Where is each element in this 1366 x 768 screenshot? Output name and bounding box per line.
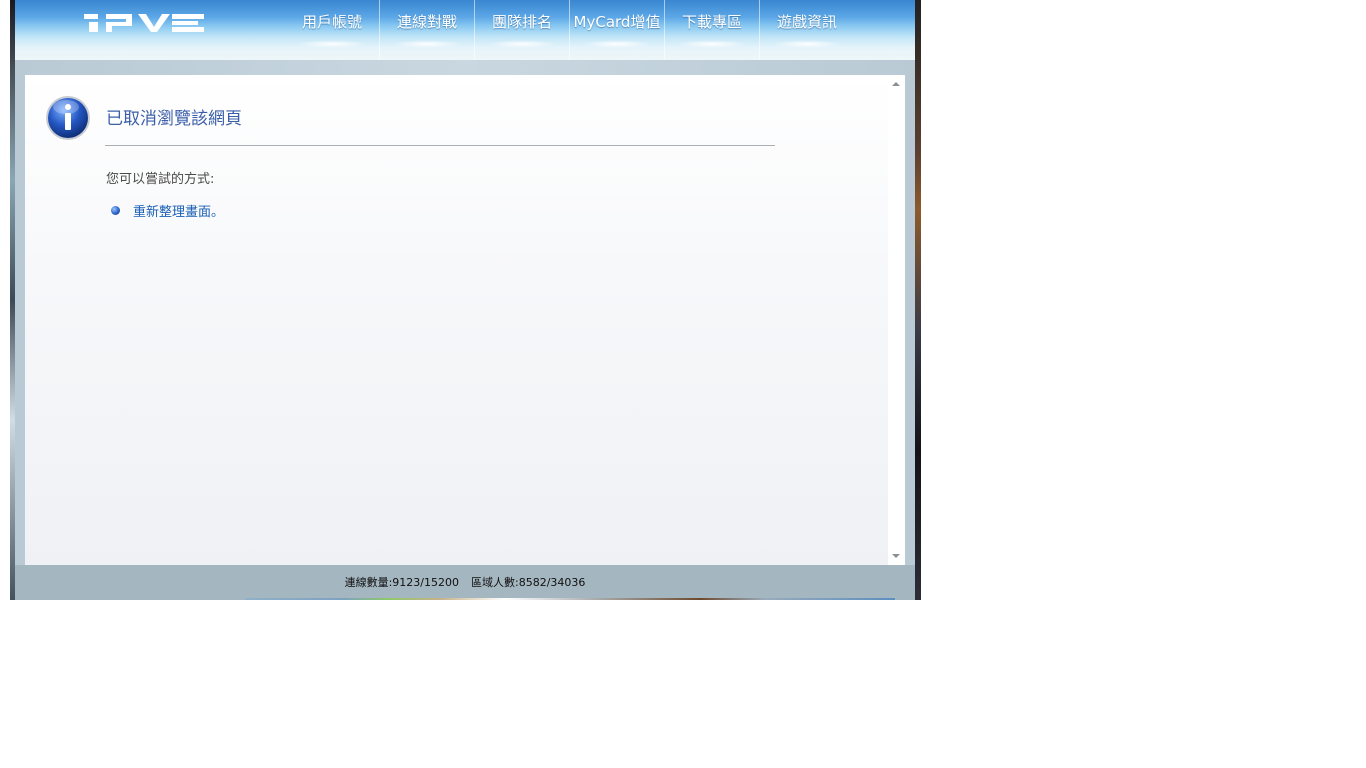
nav-label: MyCard增值 [573,13,661,31]
nav-glow [297,40,367,48]
nav-glow [392,40,462,48]
nav-glow [487,40,557,48]
nav-account[interactable]: 用戶帳號 [285,0,379,60]
nav-downloads[interactable]: 下載專區 [664,0,759,60]
content-frame: 已取消瀏覽該網頁 您可以嘗試的方式: 重新整理畫面。 [25,75,888,565]
nav-game-info[interactable]: 遊戲資訊 [759,0,854,60]
scroll-down-arrow-icon[interactable] [892,554,900,558]
window-edge-left [10,0,15,600]
nav-team-ranking[interactable]: 團隊排名 [474,0,569,60]
scroll-up-arrow-icon[interactable] [892,82,900,86]
connections-label: 連線數量: [344,576,393,589]
main-nav: 用戶帳號 連線對戰 團隊排名 MyCard增值 下載專區 遊戲資訊 [285,0,854,60]
page-title: 已取消瀏覽該網頁 [106,109,242,129]
nav-glow [772,40,842,48]
status-footer: 連線數量:9123/15200 區域人數:8582/34036 [15,565,915,600]
server-status: 連線數量:9123/15200 區域人數:8582/34036 [15,574,915,590]
suggestions-heading: 您可以嘗試的方式: [106,172,215,187]
nav-label: 下載專區 [681,13,742,31]
region-value: 8582/34036 [518,576,586,589]
ipve-logo[interactable] [84,11,204,33]
refresh-link[interactable]: 重新整理畫面。 [133,201,224,220]
nav-glow [582,40,652,48]
connections-value: 9123/15200 [392,576,459,589]
nav-online-battle[interactable]: 連線對戰 [379,0,474,60]
header-bar: 用戶帳號 連線對戰 團隊排名 MyCard增值 下載專區 遊戲資訊 [15,0,915,60]
nav-label: 遊戲資訊 [776,13,837,31]
thumbnail-strip [245,598,895,600]
divider [105,145,775,146]
nav-mycard-topup[interactable]: MyCard增值 [569,0,664,60]
nav-label: 團隊排名 [491,13,552,31]
window-edge-right [915,0,921,600]
info-icon [46,96,90,140]
nav-label: 連線對戰 [396,13,457,31]
bullet-icon [111,206,120,215]
app-window: 用戶帳號 連線對戰 團隊排名 MyCard增值 下載專區 遊戲資訊 已取消瀏覽該… [10,0,921,600]
nav-label: 用戶帳號 [301,13,362,31]
region-label: 區域人數: [471,576,519,589]
nav-glow [677,40,747,48]
vertical-scrollbar[interactable] [888,75,905,565]
